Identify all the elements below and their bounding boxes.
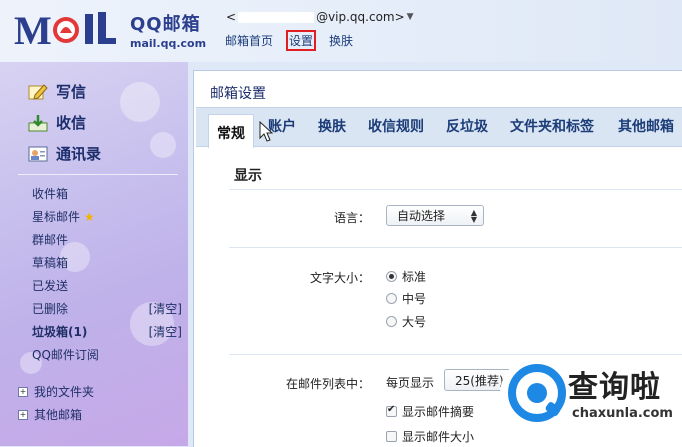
bokeh-decoration xyxy=(120,82,160,122)
per-page-value: 25(推荐) xyxy=(455,373,504,388)
bokeh-decoration xyxy=(150,132,176,158)
contacts-label: 通讯录 xyxy=(56,145,102,163)
folder-subscriptions[interactable]: QQ邮件订阅 xyxy=(32,343,182,366)
radio-button[interactable] xyxy=(386,293,397,304)
folder-drafts[interactable]: 草稿箱 xyxy=(32,251,182,274)
folder-label: 草稿箱 xyxy=(32,256,69,270)
folder-inbox[interactable]: 收件箱 xyxy=(32,182,182,205)
tab-anti-spam[interactable]: 反垃圾 xyxy=(446,116,488,136)
font-size-standard[interactable]: 标准 xyxy=(386,268,426,285)
tree-label: 其他邮箱 xyxy=(34,408,83,422)
pencil-icon xyxy=(28,83,48,100)
folder-label: 已删除 xyxy=(32,302,69,316)
font-size-large[interactable]: 大号 xyxy=(386,313,426,330)
empty-deleted-link[interactable]: [清空] xyxy=(149,300,182,317)
link-mail-home[interactable]: 邮箱首页 xyxy=(222,30,276,51)
folder-label: 已发送 xyxy=(32,279,69,293)
checkbox[interactable] xyxy=(386,404,397,417)
tab-general[interactable]: 常规 xyxy=(208,114,254,148)
mail-list-label: 在邮件列表中： xyxy=(285,377,370,391)
email-prefix: < xyxy=(226,10,237,24)
tree-my-folders[interactable]: + 我的文件夹 xyxy=(18,380,178,403)
tab-folders-labels[interactable]: 文件夹和标签 xyxy=(510,116,594,136)
radio-label: 大号 xyxy=(402,315,427,329)
watermark: 查询啦 chaxunla.com xyxy=(500,356,682,446)
checkbox-label: 显示邮件摘要 xyxy=(402,405,475,419)
select-arrows-icon: ▲ ▼ xyxy=(470,207,477,224)
logo-title: QQ邮箱 xyxy=(130,14,201,35)
radio-button[interactable] xyxy=(386,271,397,282)
font-size-label: 文字大小： xyxy=(309,271,370,285)
compose-label: 写信 xyxy=(56,83,87,101)
folder-label: 收件箱 xyxy=(32,187,69,201)
mouse-cursor-icon xyxy=(259,121,274,142)
folder-spam[interactable]: 垃圾箱(1) [清空] xyxy=(32,320,182,343)
language-select[interactable]: 自动选择 ▲ ▼ xyxy=(386,205,484,226)
watermark-url: chaxunla.com xyxy=(572,406,673,421)
divider xyxy=(229,354,682,355)
folder-group-mail[interactable]: 群邮件 xyxy=(32,228,182,251)
folder-label: 垃圾箱(1) xyxy=(32,325,88,339)
primary-actions: 写信 收信 通讯录 xyxy=(28,76,101,169)
receive-button[interactable]: 收信 xyxy=(28,107,101,138)
email-suffix: @vip.qq.com> xyxy=(316,10,405,24)
logo-subtitle: mail.qq.com xyxy=(130,37,207,50)
expand-plus-icon[interactable]: + xyxy=(18,409,28,420)
empty-spam-link[interactable]: [清空] xyxy=(149,323,182,340)
folder-deleted[interactable]: 已删除 [清空] xyxy=(32,297,182,320)
mail-logo[interactable]: M xyxy=(14,8,126,50)
tab-other-mailboxes[interactable]: 其他邮箱 xyxy=(618,116,674,136)
checkbox[interactable] xyxy=(386,431,397,442)
watermark-title: 查询啦 xyxy=(568,370,661,405)
folder-sent[interactable]: 已发送 xyxy=(32,274,182,297)
show-summary-option[interactable]: 显示邮件摘要 xyxy=(386,403,474,420)
tab-mail-rules[interactable]: 收信规则 xyxy=(368,116,424,136)
language-label: 语言： xyxy=(333,211,370,225)
email-redacted-block xyxy=(238,11,315,23)
folder-label: 星标邮件 xyxy=(32,210,81,224)
sidebar-divider xyxy=(18,174,178,175)
logo-text: QQ邮箱 mail.qq.com xyxy=(130,10,206,50)
watermark-logo-icon xyxy=(508,364,566,422)
tree-other-mailboxes[interactable]: + 其他邮箱 xyxy=(18,403,178,426)
sidebar: 写信 收信 通讯录 收件箱 星标邮件 ★ 群邮件 草稿箱 已发送 已删除 [清空… xyxy=(0,62,188,446)
link-skin[interactable]: 换肤 xyxy=(326,30,356,51)
contact-card-icon xyxy=(28,146,48,161)
expand-plus-icon[interactable]: + xyxy=(18,386,28,397)
receive-label: 收信 xyxy=(56,114,87,132)
compose-button[interactable]: 写信 xyxy=(28,76,101,107)
tree-label: 我的文件夹 xyxy=(34,385,95,399)
folder-list: 收件箱 星标邮件 ★ 群邮件 草稿箱 已发送 已删除 [清空] 垃圾箱(1) [清… xyxy=(32,182,182,366)
language-value: 自动选择 xyxy=(397,209,446,223)
chevron-down-icon[interactable]: ▼ xyxy=(407,12,414,22)
checkbox-label: 显示邮件大小 xyxy=(402,430,475,444)
divider xyxy=(229,189,682,190)
user-email-menu[interactable]: < @vip.qq.com> ▼ xyxy=(226,10,414,24)
folder-label: 群邮件 xyxy=(32,233,69,247)
inbox-download-icon xyxy=(28,114,48,131)
folder-label: QQ邮件订阅 xyxy=(32,348,99,362)
star-icon: ★ xyxy=(84,210,95,224)
radio-label: 中号 xyxy=(402,292,427,306)
radio-label: 标准 xyxy=(402,270,427,284)
font-size-medium[interactable]: 中号 xyxy=(386,290,426,307)
section-display-title: 显示 xyxy=(234,168,262,184)
contacts-button[interactable]: 通讯录 xyxy=(28,138,101,169)
folder-tree: + 我的文件夹 + 其他邮箱 xyxy=(18,380,178,426)
divider xyxy=(229,247,682,248)
folder-starred[interactable]: 星标邮件 ★ xyxy=(32,205,182,228)
svg-text:M: M xyxy=(14,8,52,50)
page-title: 邮箱设置 xyxy=(210,86,266,102)
show-size-option[interactable]: 显示邮件大小 xyxy=(386,428,474,445)
radio-button[interactable] xyxy=(386,316,397,327)
header: M QQ邮箱 mail.qq.com < @vip.qq.com> ▼ 邮箱首页… xyxy=(0,0,682,62)
link-settings[interactable]: 设置 xyxy=(286,30,317,51)
tab-skin[interactable]: 换肤 xyxy=(318,116,346,136)
top-links: 邮箱首页 设置 换肤 xyxy=(222,30,356,51)
per-page-label: 每页显示 xyxy=(386,376,435,390)
